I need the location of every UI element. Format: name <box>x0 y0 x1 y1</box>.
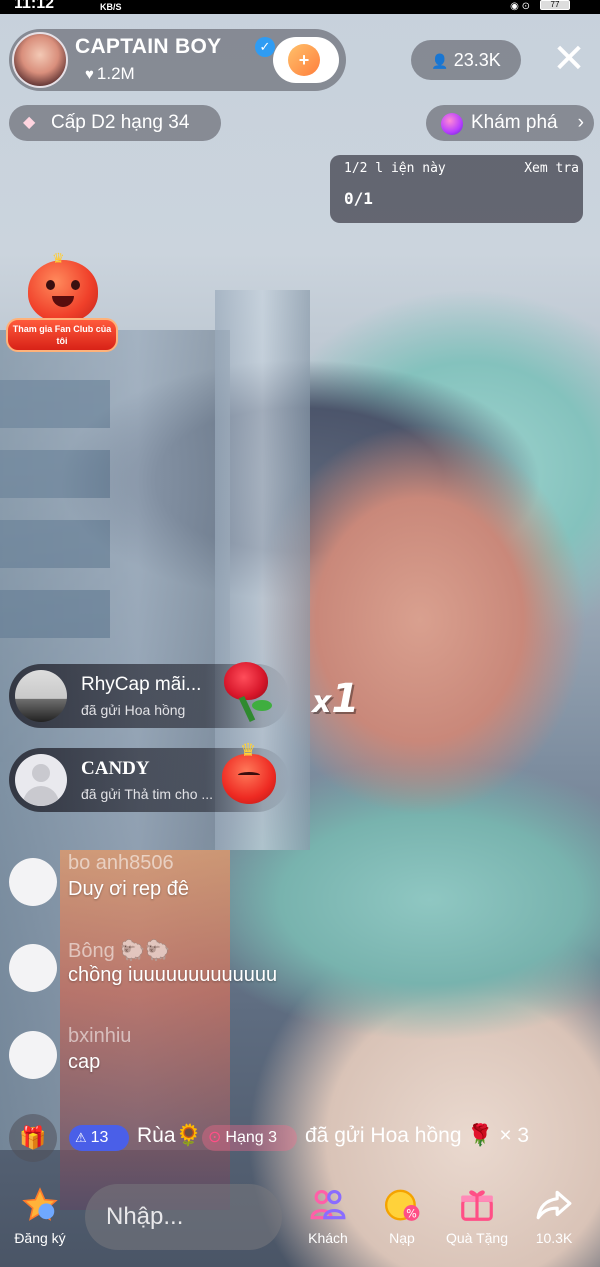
gift-button[interactable]: Quà Tặng <box>440 1186 514 1246</box>
topup-button[interactable]: % Nạp <box>374 1186 430 1246</box>
user-level-badge: ⚠ 13 <box>69 1125 129 1151</box>
gift-icon <box>461 1190 493 1221</box>
view-more-link[interactable]: Xem tra <box>524 161 579 176</box>
guests-button[interactable]: Khách <box>298 1186 358 1246</box>
heart-icon: ♥ <box>85 66 94 83</box>
chat-message[interactable]: Bông 🐑🐑 chồng iuuuuuuuuuuuuu <box>9 940 369 1000</box>
sender-name: RhyCap mãi... <box>81 674 202 695</box>
chat-avatar[interactable] <box>9 858 57 906</box>
planet-icon <box>441 113 463 135</box>
heart-plus-icon: + <box>288 44 320 76</box>
person-icon: 👤 <box>431 53 449 69</box>
register-button[interactable]: Đăng ký <box>8 1186 72 1246</box>
gift-description: đã gửi Thả tim cho ... <box>81 786 214 802</box>
follow-button[interactable]: + <box>273 37 339 83</box>
explore-label: Khám phá <box>471 112 558 133</box>
chat-avatar[interactable] <box>9 944 57 992</box>
rank-badge[interactable]: ◆ Cấp D2 hạng 34 <box>9 105 221 141</box>
streamer-likes: ♥ 1.2M <box>85 64 135 84</box>
topup-label: Nạp <box>389 1230 415 1246</box>
people-icon <box>310 1189 346 1220</box>
share-button[interactable]: 10.3K <box>524 1186 584 1246</box>
fan-club-button[interactable]: ♛ Tham gia Fan Club của tôi <box>4 250 119 360</box>
chat-text: Duy ơi rep đê <box>68 878 189 900</box>
status-bar: 11:12 KB/S ◉ ⊙ 77 <box>0 0 600 14</box>
fan-club-label: Tham gia Fan Club của tôi <box>6 318 118 352</box>
chat-message[interactable]: bo anh8506 Duy ơi rep đê <box>9 852 269 914</box>
rank-text: Cấp D2 hạng 34 <box>51 112 190 133</box>
rose-gift-icon <box>216 660 280 724</box>
mission-card[interactable]: 1/2 l iện này Xem tra 0/1 <box>330 155 583 223</box>
gift-box-icon[interactable]: 🎁 <box>9 1114 57 1162</box>
gift-combo-counter: x1 <box>312 676 360 722</box>
sender-name: CANDY <box>81 758 150 779</box>
gift-description: đã gửi Hoa hồng <box>81 702 186 718</box>
chat-username[interactable]: Bông 🐑🐑 <box>68 938 170 963</box>
gift-ticker: 🎁 ⚠ 13 Rùa🌻 ⊙ Hạng 3 đã gửi Hoa hồng 🌹 × 3 <box>9 1114 599 1162</box>
sender-avatar-placeholder <box>15 754 67 806</box>
share-count: 10.3K <box>535 1230 573 1246</box>
user-rank-badge: ⊙ Hạng 3 <box>202 1125 297 1151</box>
close-button[interactable]: ✕ <box>549 39 589 81</box>
chat-avatar[interactable] <box>9 1031 57 1079</box>
chat-username[interactable]: bo anh8506 <box>68 852 174 875</box>
chat-text: chồng iuuuuuuuuuuuuu <box>68 964 278 986</box>
star-icon <box>22 1187 58 1221</box>
viewer-count-value: 23.3K <box>453 50 501 70</box>
coin-percent-icon: % <box>384 1189 420 1221</box>
gift-ticker-text: đã gửi Hoa hồng 🌹 × 3 <box>305 1124 530 1147</box>
gift-label: Quà Tặng <box>445 1230 508 1246</box>
mission-progress: 0/1 <box>344 189 373 208</box>
mission-title: 1/2 l iện này <box>344 161 446 176</box>
rank-icon: ⊙ <box>208 1129 222 1146</box>
verified-icon: ✓ <box>255 37 275 57</box>
diamond-icon: ◆ <box>23 114 36 131</box>
chat-text: cap <box>68 1051 101 1073</box>
battery-icon: 77 <box>540 0 570 10</box>
sender-avatar <box>15 670 67 722</box>
fan-club-mascot-icon <box>28 260 98 322</box>
streamer-avatar[interactable] <box>12 32 68 88</box>
heart-gift-icon: ♛ <box>218 740 280 808</box>
chat-input[interactable]: Nhập... <box>85 1184 282 1250</box>
viewer-count[interactable]: 👤 23.3K <box>411 40 521 80</box>
network-speed: KB/S <box>100 2 122 12</box>
chat-username[interactable]: bxinhiu <box>68 1025 131 1048</box>
register-label: Đăng ký <box>14 1230 66 1246</box>
explore-button[interactable]: Khám phá › <box>426 105 594 141</box>
bottom-bar: Đăng ký Nhập... Khách % Nạp Quà Tặng 10.… <box>0 1180 600 1267</box>
streamer-name[interactable]: CAPTAIN BOY <box>75 35 221 59</box>
likes-count: 1.2M <box>96 64 135 83</box>
crown-icon: ♛ <box>52 250 65 266</box>
gift-sender-name: Rùa🌻 <box>137 1124 202 1147</box>
clock: 11:12 <box>14 0 55 12</box>
level-icon: ⚠ <box>75 1130 87 1145</box>
share-arrow-icon <box>536 1190 572 1220</box>
guests-label: Khách <box>308 1230 348 1246</box>
status-icons: ◉ ⊙ <box>510 1 530 12</box>
chevron-right-icon: › <box>577 112 584 133</box>
svg-text:%: % <box>406 1208 417 1221</box>
chat-message[interactable]: bxinhiu cap <box>9 1025 209 1087</box>
